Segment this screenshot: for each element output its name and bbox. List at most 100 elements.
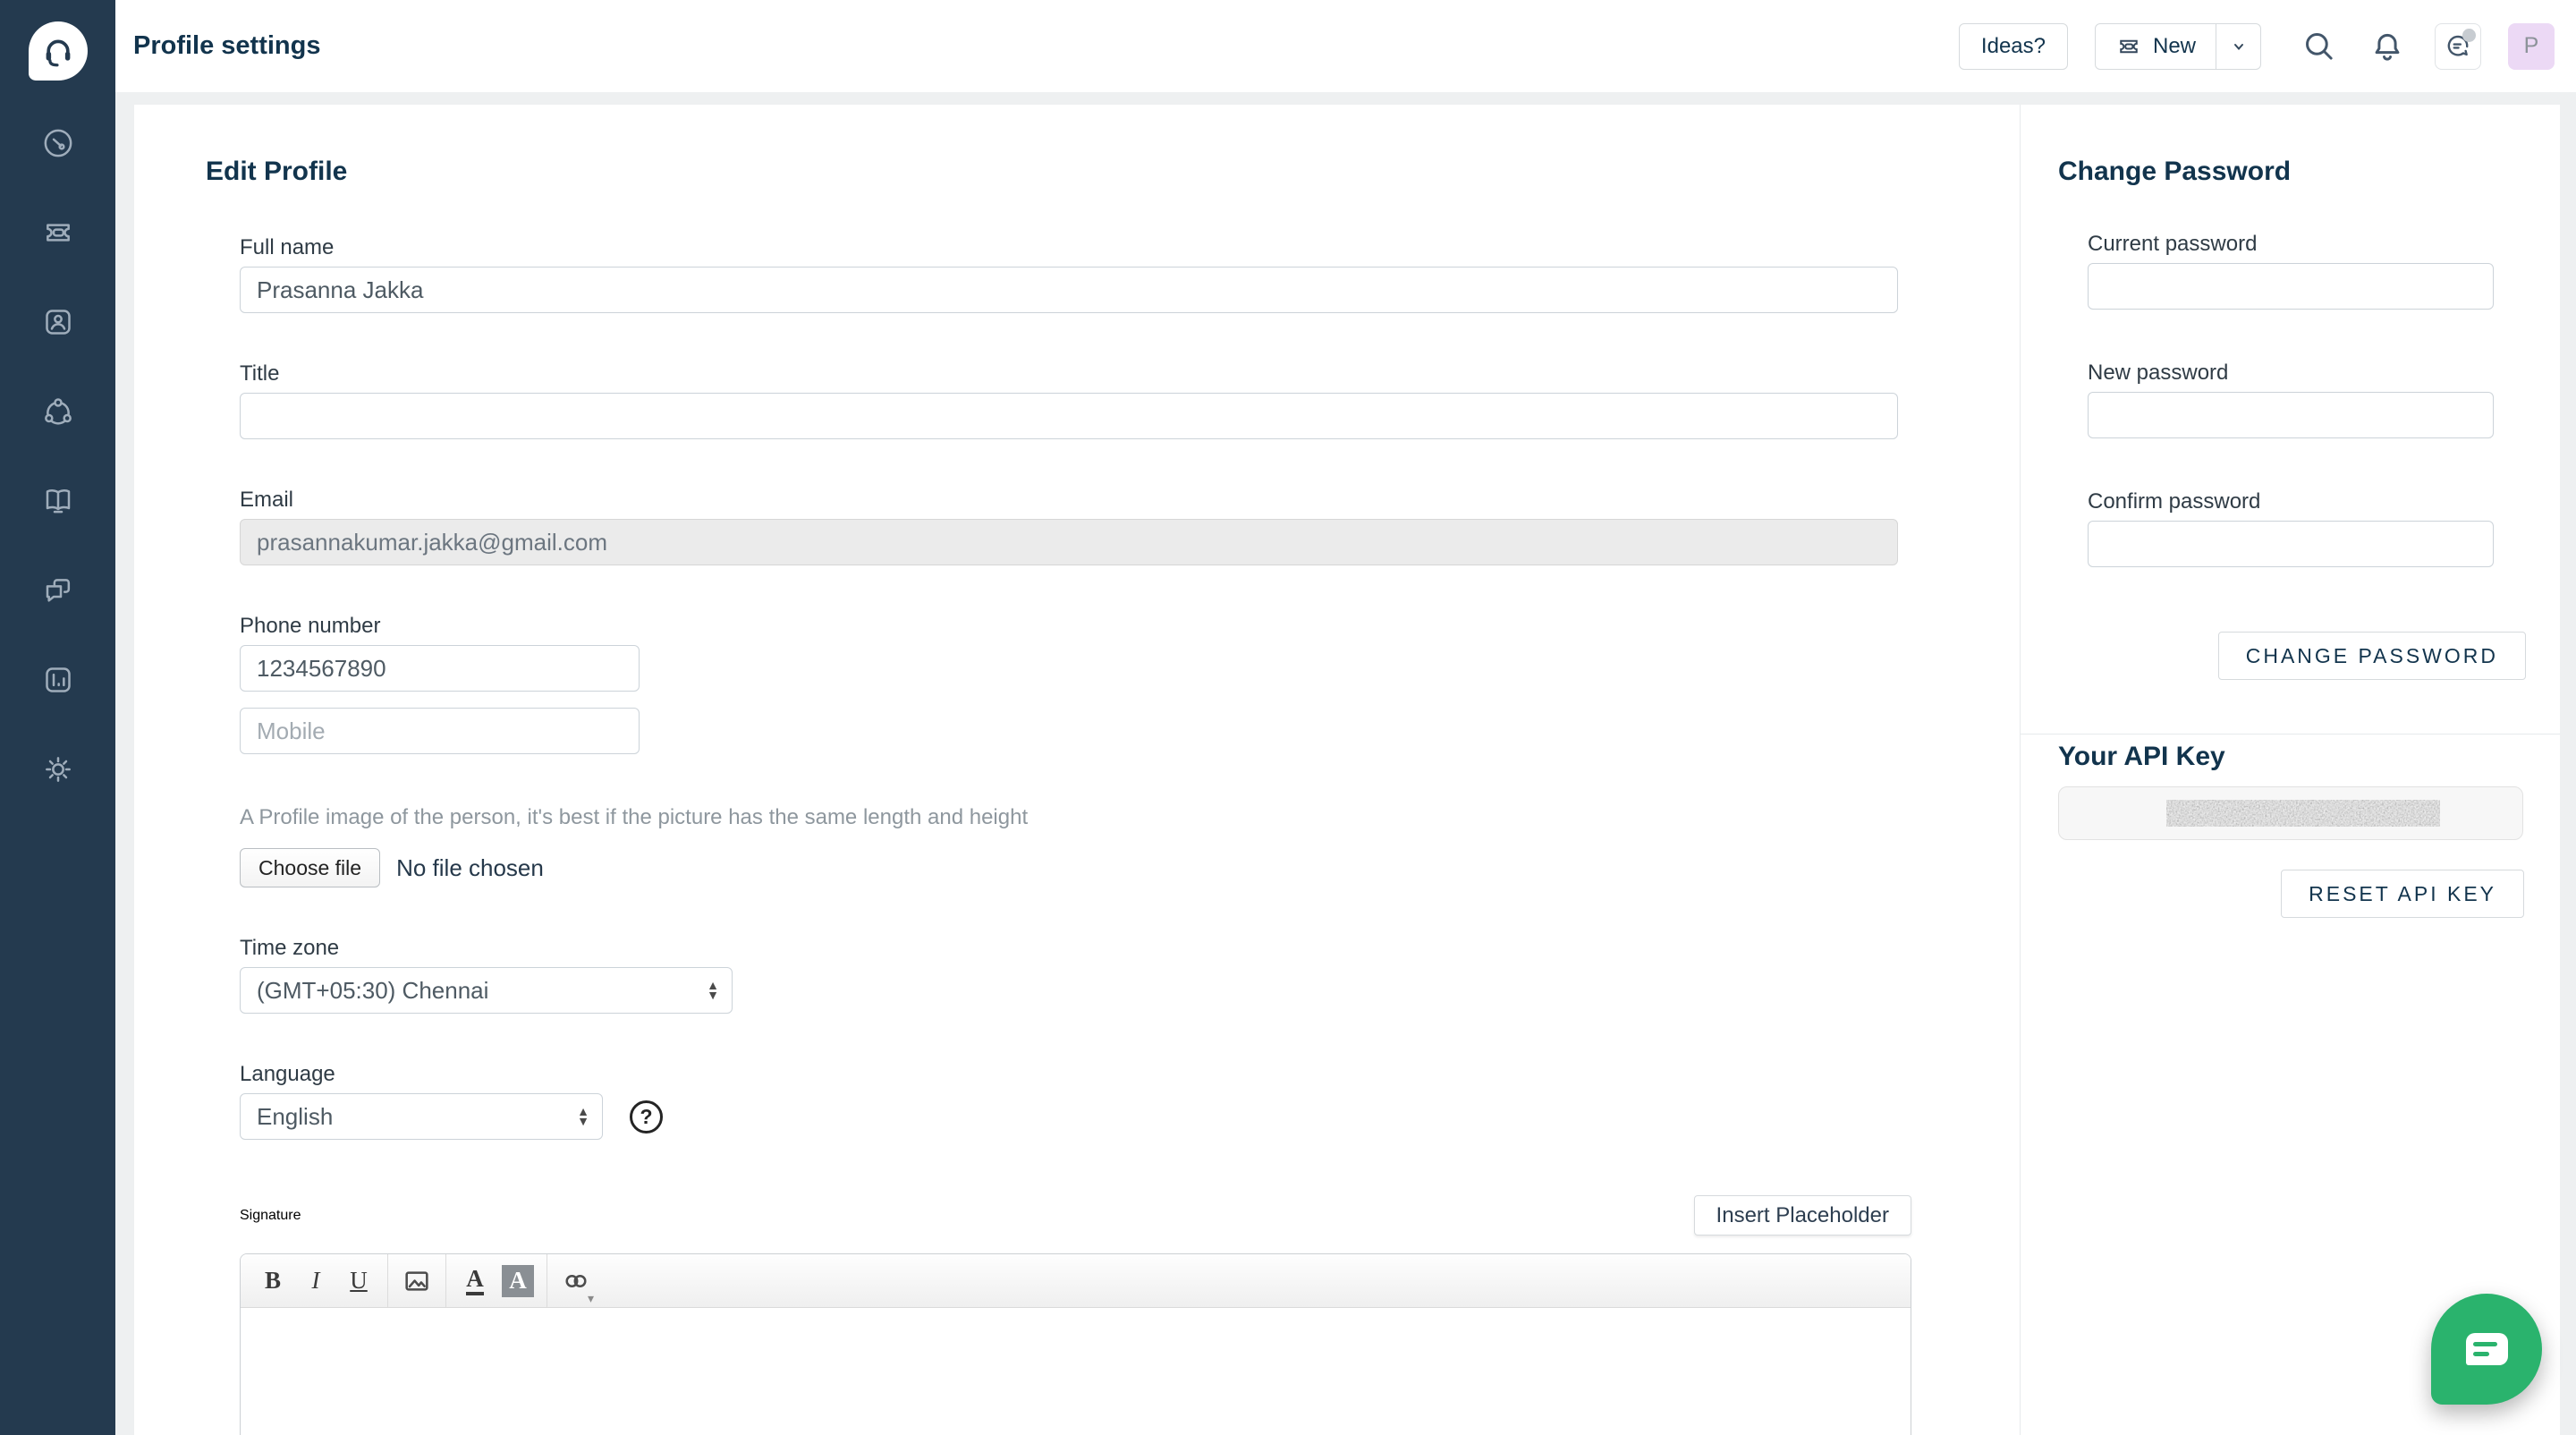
background-color-button[interactable]: A [498, 1261, 538, 1301]
sidebar-item-tickets[interactable] [0, 188, 115, 277]
time-zone-label: Time zone [240, 936, 2020, 961]
phone-input[interactable] [240, 645, 640, 692]
new-password-group: New password [2088, 361, 2560, 438]
notifications-bell-icon [2368, 28, 2406, 65]
current-password-input[interactable] [2088, 263, 2494, 310]
app-logo[interactable] [29, 21, 88, 81]
change-password-fields: Current password New password Confirm pa… [2088, 232, 2560, 567]
chat-widget-button[interactable] [2431, 1294, 2542, 1405]
confirm-password-input[interactable] [2088, 521, 2494, 567]
headset-logo-icon [38, 31, 78, 71]
email-group: Email [240, 488, 2020, 565]
sidebar-item-forums[interactable] [0, 546, 115, 635]
new-split-button: New [2095, 23, 2261, 70]
select-arrows-icon: ▲▼ [707, 981, 719, 1000]
link-caret-icon: ▾ [588, 1291, 594, 1306]
new-password-input[interactable] [2088, 392, 2494, 438]
confirm-password-group: Confirm password [2088, 489, 2560, 567]
topbar-actions: Ideas? New [1959, 23, 2555, 70]
profile-image-upload: Choose file No file chosen [240, 848, 2020, 887]
language-group: Language English ▲▼ ? [240, 1062, 2020, 1140]
title-group: Title [240, 361, 2020, 439]
page-title: Profile settings [133, 31, 321, 61]
signature-label: Signature [240, 1208, 301, 1224]
email-label: Email [240, 488, 2020, 513]
search-button[interactable] [2299, 26, 2340, 67]
email-input [240, 519, 1898, 565]
sidebar [0, 0, 115, 1435]
avatar[interactable]: P [2508, 23, 2555, 70]
language-label: Language [240, 1062, 2020, 1087]
sidebar-item-customers[interactable] [0, 367, 115, 456]
underline-button[interactable]: U [339, 1261, 378, 1301]
admin-gear-icon [40, 751, 76, 787]
full-name-label: Full name [240, 235, 2020, 260]
color-group: A A [446, 1254, 547, 1307]
time-zone-select[interactable]: (GMT+05:30) Chennai ▲▼ [240, 967, 733, 1014]
ticket-icon [2115, 33, 2142, 60]
choose-file-button[interactable]: Choose file [240, 848, 380, 887]
new-button-label: New [2153, 34, 2196, 59]
bold-button[interactable]: B [253, 1261, 292, 1301]
sidebar-item-admin[interactable] [0, 725, 115, 814]
dashboard-icon [40, 125, 76, 161]
new-dropdown-toggle[interactable] [2216, 24, 2260, 69]
tickets-icon [40, 215, 76, 250]
chevron-down-icon [2228, 36, 2250, 57]
time-zone-value: (GMT+05:30) Chennai [257, 977, 488, 1005]
sidebar-nav [0, 98, 115, 814]
insert-image-button[interactable] [397, 1261, 436, 1301]
chat-bubble-icon [2466, 1333, 2508, 1365]
forums-icon [40, 573, 76, 608]
current-password-group: Current password [2088, 232, 2560, 310]
content-area: Edit Profile Full name Title Email Phone… [115, 92, 2576, 1435]
signature-editor-body[interactable] [241, 1308, 1911, 1435]
current-password-label: Current password [2088, 232, 2560, 257]
insert-link-icon [562, 1267, 590, 1295]
language-help-icon[interactable]: ? [630, 1100, 663, 1134]
language-value: English [257, 1103, 333, 1131]
sidebar-item-solutions[interactable] [0, 456, 115, 546]
full-name-group: Full name [240, 235, 2020, 313]
search-icon [2301, 28, 2338, 65]
font-color-glyph: A [466, 1267, 484, 1295]
italic-button[interactable]: I [296, 1261, 335, 1301]
file-chosen-text: No file chosen [396, 854, 544, 882]
whats-new-button[interactable] [2435, 23, 2481, 70]
confirm-password-label: Confirm password [2088, 489, 2560, 514]
sidebar-item-dashboard[interactable] [0, 98, 115, 188]
insert-link-button[interactable]: ▾ [556, 1261, 596, 1301]
edit-profile-fields: Full name Title Email Phone number [240, 235, 2020, 1435]
sidebar-item-contacts[interactable] [0, 277, 115, 367]
phone-label: Phone number [240, 614, 2020, 639]
new-button[interactable]: New [2096, 24, 2216, 69]
reset-api-key-button[interactable]: RESET API KEY [2281, 870, 2524, 918]
profile-card: Edit Profile Full name Title Email Phone… [134, 105, 2560, 1435]
account-security-panel: Change Password Current password New pas… [2020, 105, 2560, 1435]
mobile-input[interactable] [240, 708, 640, 754]
select-arrows-icon: ▲▼ [577, 1107, 589, 1126]
api-key-field [2058, 786, 2523, 840]
customers-icon [40, 394, 76, 429]
notifications-button[interactable] [2367, 26, 2408, 67]
full-name-input[interactable] [240, 267, 1898, 313]
insert-image-icon [402, 1267, 431, 1295]
profile-image-hint: A Profile image of the person, it's best… [240, 805, 2020, 830]
insert-placeholder-button[interactable]: Insert Placeholder [1694, 1195, 1911, 1235]
signature-row: Signature Insert Placeholder [240, 1195, 1911, 1235]
notification-dot [2462, 29, 2476, 42]
title-input[interactable] [240, 393, 1898, 439]
font-color-button[interactable]: A [455, 1261, 495, 1301]
language-select[interactable]: English ▲▼ [240, 1093, 603, 1140]
change-password-heading: Change Password [2058, 157, 2560, 187]
obscured-api-key [2166, 800, 2440, 827]
ideas-button[interactable]: Ideas? [1959, 23, 2068, 70]
image-group [388, 1254, 446, 1307]
change-password-button[interactable]: CHANGE PASSWORD [2218, 632, 2526, 680]
edit-profile-section: Edit Profile Full name Title Email Phone… [134, 105, 2020, 1435]
background-color-glyph: A [502, 1265, 534, 1297]
sidebar-item-reports[interactable] [0, 635, 115, 725]
api-key-heading: Your API Key [2058, 742, 2560, 772]
new-password-label: New password [2088, 361, 2560, 386]
topbar: Profile settings Ideas? New [115, 0, 2576, 92]
